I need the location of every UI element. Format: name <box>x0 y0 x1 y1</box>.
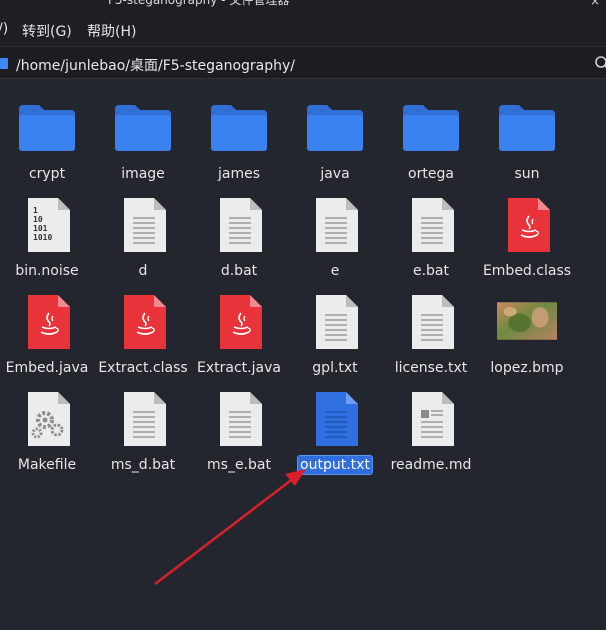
binary-glyph: 1010 <box>33 233 52 242</box>
window-title: F5-steganography - 文件管理器 <box>108 0 290 7</box>
text-file-icon <box>209 194 269 254</box>
java-file-icon <box>113 291 173 351</box>
folder-icon <box>17 97 77 157</box>
folder-item[interactable]: james <box>191 79 287 182</box>
folder-icon <box>209 97 269 157</box>
binary-glyph: 10 <box>33 215 43 224</box>
text-file-icon <box>305 194 365 254</box>
location-folder-icon <box>0 58 8 69</box>
file-item[interactable]: output.txt <box>287 370 383 475</box>
window-close-button[interactable]: × <box>590 0 600 8</box>
location-path[interactable]: /home/junlebao/桌面/F5-steganography/ <box>16 55 295 75</box>
java-file-icon <box>17 291 77 351</box>
file-name-label: output.txt <box>297 455 373 475</box>
folder-icon <box>497 97 557 157</box>
file-item[interactable]: gpl.txt <box>287 273 383 376</box>
menu-bar: /) 转到(G) 帮助(H) <box>0 8 606 46</box>
search-icon[interactable] <box>594 55 606 71</box>
folder-icon <box>113 97 173 157</box>
text-file-icon <box>401 194 461 254</box>
file-item[interactable]: e.bat <box>383 176 479 279</box>
java-file-icon <box>497 194 557 254</box>
markdown-file-icon <box>401 388 461 448</box>
file-item[interactable]: Extract.java <box>191 273 287 376</box>
file-item[interactable]: lopez.bmp <box>479 273 575 376</box>
folder-item[interactable]: ortega <box>383 79 479 182</box>
folder-item[interactable]: java <box>287 79 383 182</box>
text-file-icon <box>113 194 173 254</box>
file-item[interactable]: ms_e.bat <box>191 370 287 473</box>
folder-icon <box>305 97 365 157</box>
binary-file-icon: 1 10 101 1010 <box>17 194 77 254</box>
file-name-label: Makefile <box>17 457 77 473</box>
file-item[interactable]: ms_d.bat <box>95 370 191 473</box>
file-name-label: lopez.bmp <box>490 360 564 376</box>
file-item[interactable]: Embed.class <box>479 176 575 279</box>
java-file-icon <box>209 291 269 351</box>
file-item[interactable]: d.bat <box>191 176 287 279</box>
title-bar: F5-steganography - 文件管理器 × <box>0 0 606 8</box>
text-file-icon <box>401 291 461 351</box>
file-grid: crypt image james java ortega sun 1 10 101… <box>0 79 606 630</box>
folder-item[interactable]: sun <box>479 79 575 182</box>
folder-item[interactable]: crypt <box>0 79 95 182</box>
location-bar[interactable]: /home/junlebao/桌面/F5-steganography/ <box>0 46 606 79</box>
text-file-icon <box>209 388 269 448</box>
menu-view[interactable]: /) <box>0 21 8 37</box>
binary-glyph: 1 <box>33 206 38 215</box>
menu-go[interactable]: 转到(G) <box>22 21 72 41</box>
text-file-icon <box>305 388 365 448</box>
folder-icon <box>401 97 461 157</box>
file-item[interactable]: Extract.class <box>95 273 191 376</box>
file-item[interactable]: d <box>95 176 191 279</box>
file-item[interactable]: license.txt <box>383 273 479 376</box>
file-item[interactable]: Embed.java <box>0 273 95 376</box>
text-file-icon <box>113 388 173 448</box>
text-file-icon <box>305 291 365 351</box>
binary-glyph: 101 <box>33 224 48 233</box>
file-item[interactable]: 1 10 101 1010 bin.noise <box>0 176 95 279</box>
image-thumbnail <box>497 291 557 351</box>
file-name-label: ms_d.bat <box>110 457 176 473</box>
folder-item[interactable]: image <box>95 79 191 182</box>
menu-help[interactable]: 帮助(H) <box>87 21 136 41</box>
file-item[interactable]: Makefile <box>0 370 95 473</box>
file-name-label: readme.md <box>390 457 472 473</box>
file-item[interactable]: readme.md <box>383 370 479 473</box>
file-item[interactable]: e <box>287 176 383 279</box>
makefile-icon <box>17 388 77 448</box>
file-name-label: ms_e.bat <box>207 457 271 473</box>
